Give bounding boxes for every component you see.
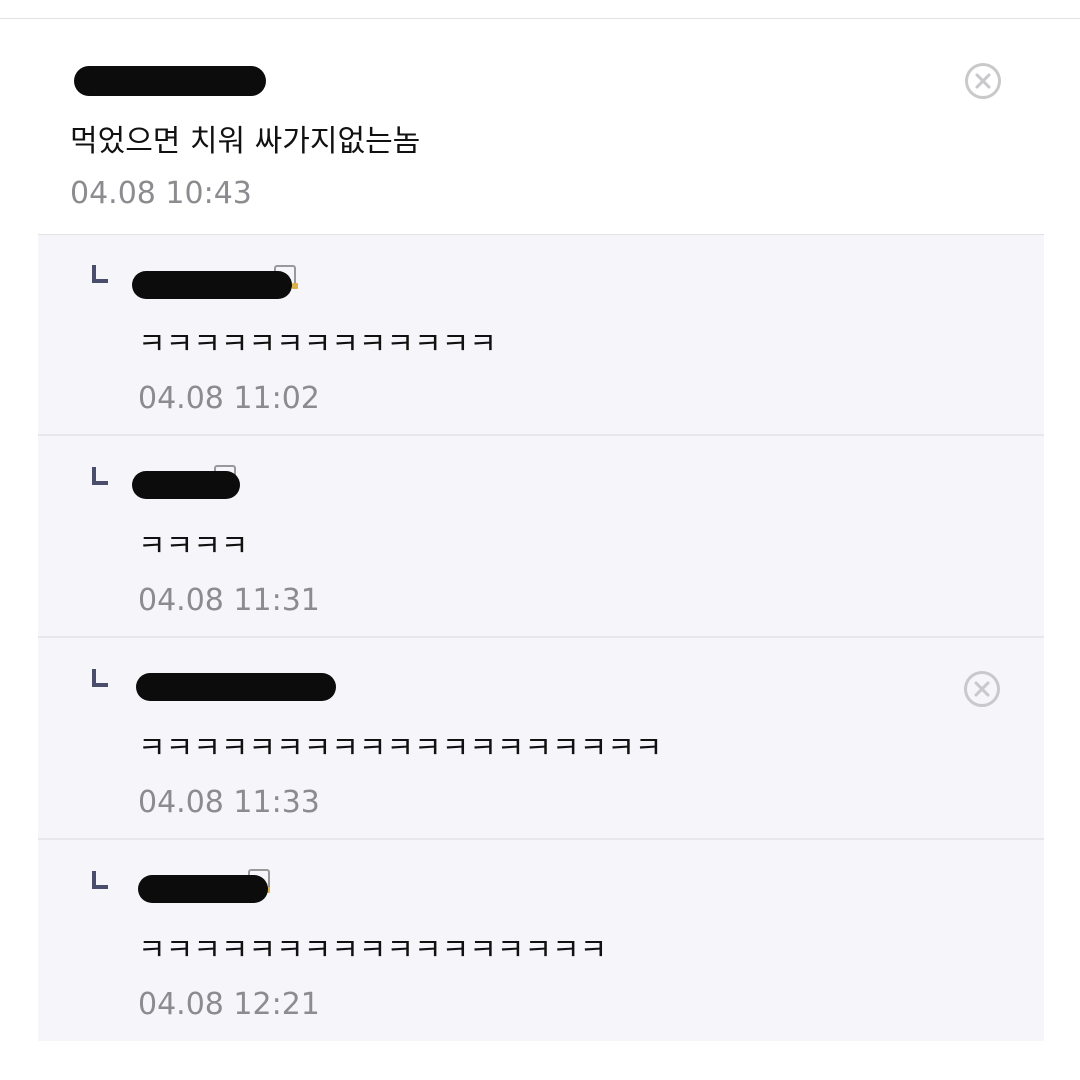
reply-item: ㅋㅋㅋㅋㅋㅋㅋㅋㅋㅋㅋㅋㅋ 04.08 11:02 [38,235,1044,436]
comment-text: 먹었으면 치워 싸가지없는놈 [70,124,421,159]
reply-timestamp: 04.08 11:02 [138,381,320,416]
redacted-author-name [74,66,266,96]
redacted-author-name [138,875,268,903]
reply-timestamp: 04.08 11:33 [138,785,320,820]
delete-reply-button[interactable] [964,671,1000,707]
redacted-author-name [132,471,240,499]
reply-item: ㅋㅋㅋㅋㅋㅋㅋㅋㅋㅋㅋㅋㅋㅋㅋㅋㅋ 04.08 12:21 [38,841,1044,1042]
delete-comment-button[interactable] [965,63,1001,99]
reply-text: ㅋㅋㅋㅋㅋㅋㅋㅋㅋㅋㅋㅋㅋ [138,327,497,362]
redacted-author-name [136,673,336,701]
reply-arrow-icon [92,871,108,889]
reply-arrow-icon [92,669,108,687]
reply-timestamp: 04.08 11:31 [138,583,320,618]
reply-arrow-icon [92,265,108,283]
reply-item: ㅋㅋㅋㅋ 04.08 11:31 [38,437,1044,638]
reply-timestamp: 04.08 12:21 [138,987,320,1022]
comment-timestamp: 04.08 10:43 [70,176,252,211]
top-divider [0,18,1080,19]
reply-list: ㅋㅋㅋㅋㅋㅋㅋㅋㅋㅋㅋㅋㅋ 04.08 11:02 ㅋㅋㅋㅋ 04.08 11:… [38,234,1044,1041]
author-badge-dot [292,283,298,289]
reply-arrow-icon [92,467,108,485]
reply-text: ㅋㅋㅋㅋㅋㅋㅋㅋㅋㅋㅋㅋㅋㅋㅋㅋㅋㅋㅋ [138,731,663,766]
reply-text: ㅋㅋㅋㅋㅋㅋㅋㅋㅋㅋㅋㅋㅋㅋㅋㅋㅋ [138,933,608,968]
redacted-author-name [132,271,292,299]
reply-item: ㅋㅋㅋㅋㅋㅋㅋㅋㅋㅋㅋㅋㅋㅋㅋㅋㅋㅋㅋ 04.08 11:33 [38,639,1044,840]
reply-text: ㅋㅋㅋㅋ [138,529,249,564]
